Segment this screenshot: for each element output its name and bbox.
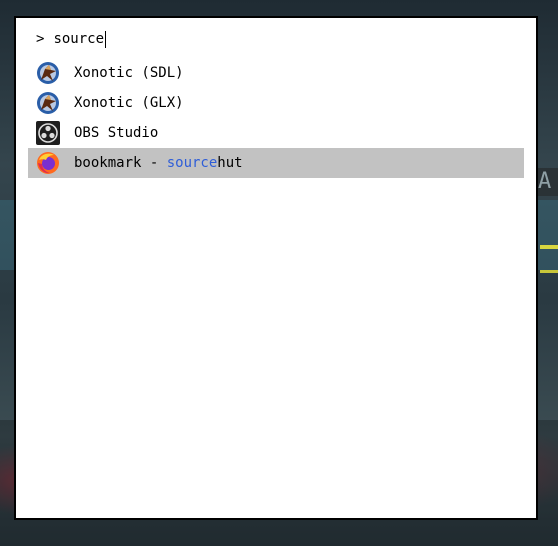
app-launcher: > source Xonotic (SDL) Xonotic (GLX) OBS… — [14, 16, 538, 520]
result-item-xonotic-glx[interactable]: Xonotic (GLX) — [28, 88, 524, 118]
result-label: Xonotic (SDL) — [74, 65, 184, 81]
result-label: Xonotic (GLX) — [74, 95, 184, 111]
xonotic-icon — [36, 91, 60, 115]
result-item-bookmark-sourcehut[interactable]: bookmark - sourcehut — [28, 148, 524, 178]
result-label-suffix: hut — [217, 155, 243, 171]
wallpaper-light — [540, 245, 558, 249]
results-list: Xonotic (SDL) Xonotic (GLX) OBS Studio b… — [28, 58, 524, 178]
result-item-xonotic-sdl[interactable]: Xonotic (SDL) — [28, 58, 524, 88]
prompt-symbol: > — [36, 31, 45, 47]
result-item-obs-studio[interactable]: OBS Studio — [28, 118, 524, 148]
search-match-highlight: source — [166, 155, 218, 171]
result-label-prefix: bookmark - — [74, 155, 167, 171]
result-label: bookmark - sourcehut — [74, 155, 243, 171]
firefox-icon — [36, 151, 60, 175]
text-cursor — [105, 30, 107, 48]
search-query[interactable]: source — [53, 31, 104, 47]
xonotic-icon — [36, 61, 60, 85]
obs-studio-icon — [36, 121, 60, 145]
wallpaper-sign: A — [538, 168, 558, 196]
wallpaper-light — [540, 270, 558, 273]
search-input[interactable]: > source — [36, 28, 107, 50]
result-label: OBS Studio — [74, 125, 159, 141]
